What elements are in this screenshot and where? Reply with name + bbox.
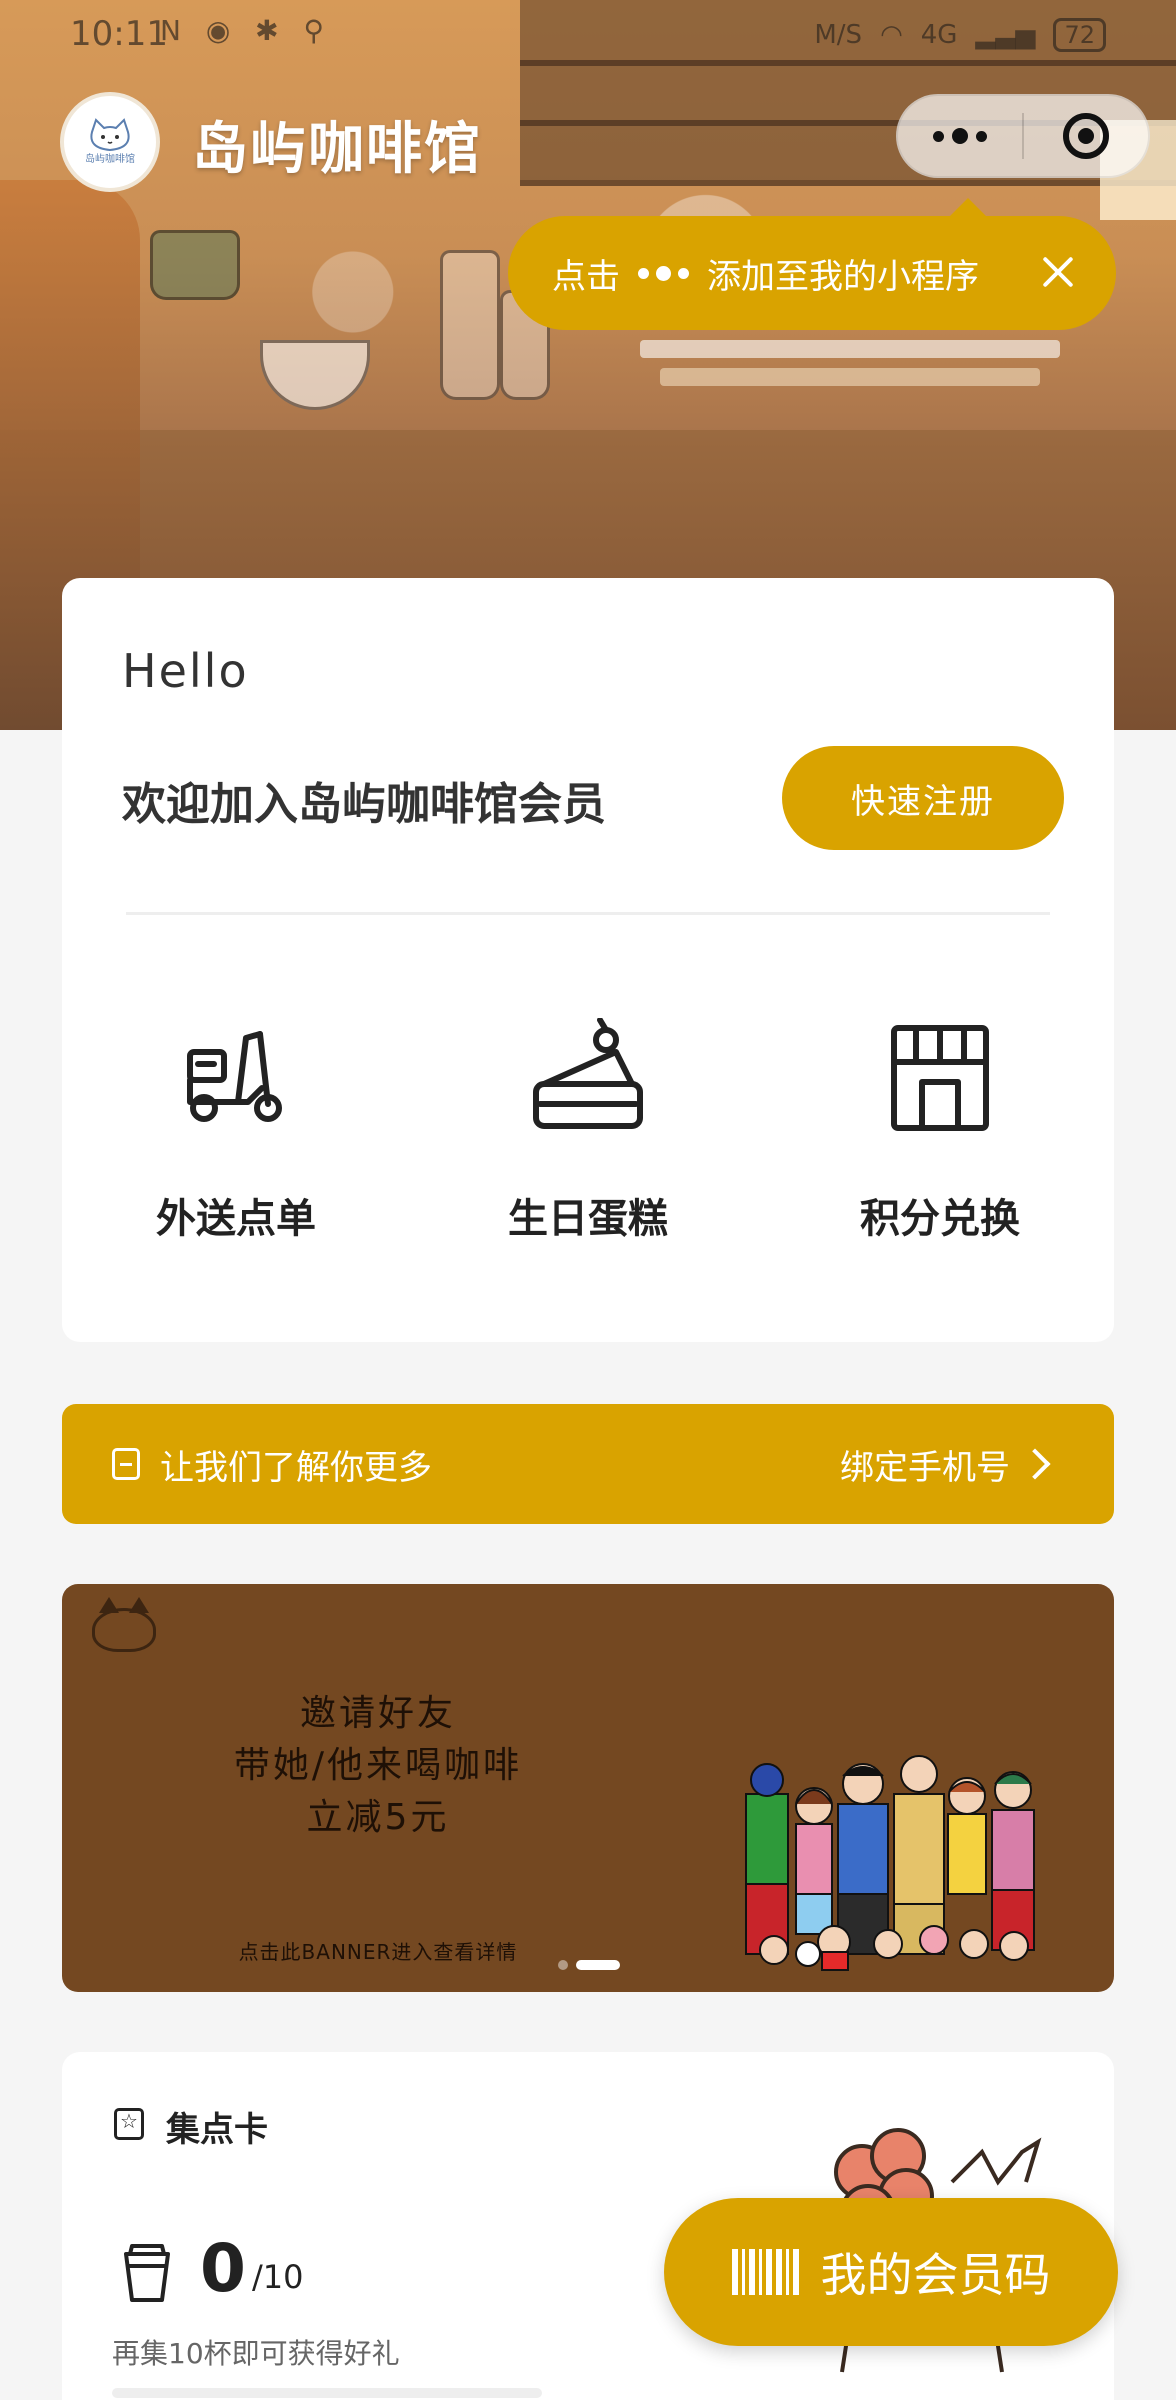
tooltip-close-icon[interactable] — [1038, 252, 1078, 292]
cartoon-family-illustration — [745, 1755, 1035, 1971]
bind-phone-bar[interactable]: 让我们了解你更多 绑定手机号 — [62, 1404, 1114, 1524]
cat-logo-icon: 岛屿咖啡馆 — [71, 103, 149, 181]
cake-icon — [533, 1017, 643, 1129]
feature-label: 积分兑换 — [860, 1196, 1020, 1242]
logo-text: 岛屿咖啡馆 — [85, 154, 135, 165]
battery-icon: 72 — [1053, 18, 1106, 52]
stamp-hint: 再集10杯即可获得好礼 — [112, 2337, 400, 2370]
cat-outline-icon — [92, 1597, 156, 1652]
banner-headline: 邀请好友 带她/他来喝咖啡 立减5元 — [158, 1688, 598, 1844]
banner-detail-hint: 点击此BANNER进入查看详情 — [238, 1940, 518, 1964]
close-miniprogram-button[interactable] — [1024, 94, 1148, 178]
welcome-text: 欢迎加入岛屿咖啡馆会员 — [122, 779, 606, 830]
feature-label: 外送点单 — [156, 1196, 316, 1242]
feature-label: 生日蛋糕 — [508, 1196, 668, 1242]
delivery-scooter-icon — [187, 1031, 282, 1122]
barcode-icon — [731, 2249, 799, 2295]
stamp-total: /10 — [252, 2258, 304, 2296]
status-time: 10:11 — [70, 14, 168, 54]
add-to-my-miniprogram-tooltip: 点击 添加至我的小程序 — [508, 198, 1116, 330]
info-bar-text: 让我们了解你更多 — [160, 1447, 432, 1488]
network-speed: M/S — [814, 20, 863, 50]
more-dot — [976, 130, 987, 142]
greeting: Hello — [122, 644, 249, 698]
member-code-label: 我的会员码 — [820, 2249, 1051, 2301]
more-dot — [952, 128, 968, 144]
divider — [126, 912, 1050, 915]
cat-face-icon — [90, 118, 130, 152]
bind-phone-label: 绑定手机号 — [840, 1447, 1010, 1488]
stamp-count: 0 — [200, 2230, 246, 2307]
store-icon — [891, 1025, 989, 1131]
coffee-cup-icon — [124, 2244, 170, 2302]
my-member-code-button[interactable]: 我的会员码 — [664, 2198, 1118, 2346]
bind-phone-link[interactable]: 绑定手机号 — [840, 1440, 1052, 1489]
member-card: Hello 欢迎加入岛屿咖啡馆会员 快速注册 外送点单 生日蛋糕 积分兑换 — [62, 578, 1114, 1342]
stamp-card-icon — [114, 2108, 144, 2140]
carousel-dot — [558, 1960, 568, 1970]
stamp-card-title: 集点卡 — [166, 2110, 268, 2150]
target-icon — [1062, 113, 1109, 159]
status-right-icons: M/S ◠ 4G ▂▃▅ 72 — [814, 18, 1106, 52]
feature-points-exchange[interactable]: 积分兑换 — [790, 1018, 1090, 1244]
feature-birthday-cake[interactable]: 生日蛋糕 — [438, 1017, 738, 1244]
signal-icon: ▂▃▅ — [975, 20, 1036, 50]
more-dot — [933, 130, 944, 142]
quick-register-button[interactable]: 快速注册 — [782, 746, 1064, 850]
stamp-progress-bar — [112, 2388, 542, 2398]
banner-line-3: 立减5元 — [306, 1797, 450, 1838]
carousel-dot-active — [576, 1960, 620, 1970]
document-icon — [112, 1448, 140, 1480]
tooltip-text: 添加至我的小程序 — [707, 256, 979, 297]
status-notification-icons: N ◉ ✱ ⚲ — [160, 14, 333, 47]
tooltip-prefix: 点击 — [552, 256, 620, 297]
more-dots-icon — [638, 265, 689, 281]
more-menu-button[interactable] — [898, 94, 1022, 178]
miniprogram-capsule — [896, 94, 1150, 178]
network-type: 4G — [920, 20, 958, 50]
banner-line-2: 带她/他来喝咖啡 — [233, 1745, 523, 1786]
banner-line-1: 邀请好友 — [299, 1693, 456, 1734]
app-title: 岛屿咖啡馆 — [192, 117, 482, 182]
app-logo[interactable]: 岛屿咖啡馆 — [60, 92, 160, 192]
chevron-right-icon — [1019, 1448, 1051, 1480]
wifi-icon: ◠ — [880, 20, 903, 50]
invite-friend-banner[interactable]: 邀请好友 带她/他来喝咖啡 立减5元 点击此BANNER进入查看详情 — [62, 1584, 1114, 1992]
feature-delivery[interactable]: 外送点单 — [86, 1018, 386, 1244]
status-bar: 10:11 N ◉ ✱ ⚲ M/S ◠ 4G ▂▃▅ 72 — [0, 0, 1176, 70]
carousel-indicator — [558, 1960, 620, 1970]
